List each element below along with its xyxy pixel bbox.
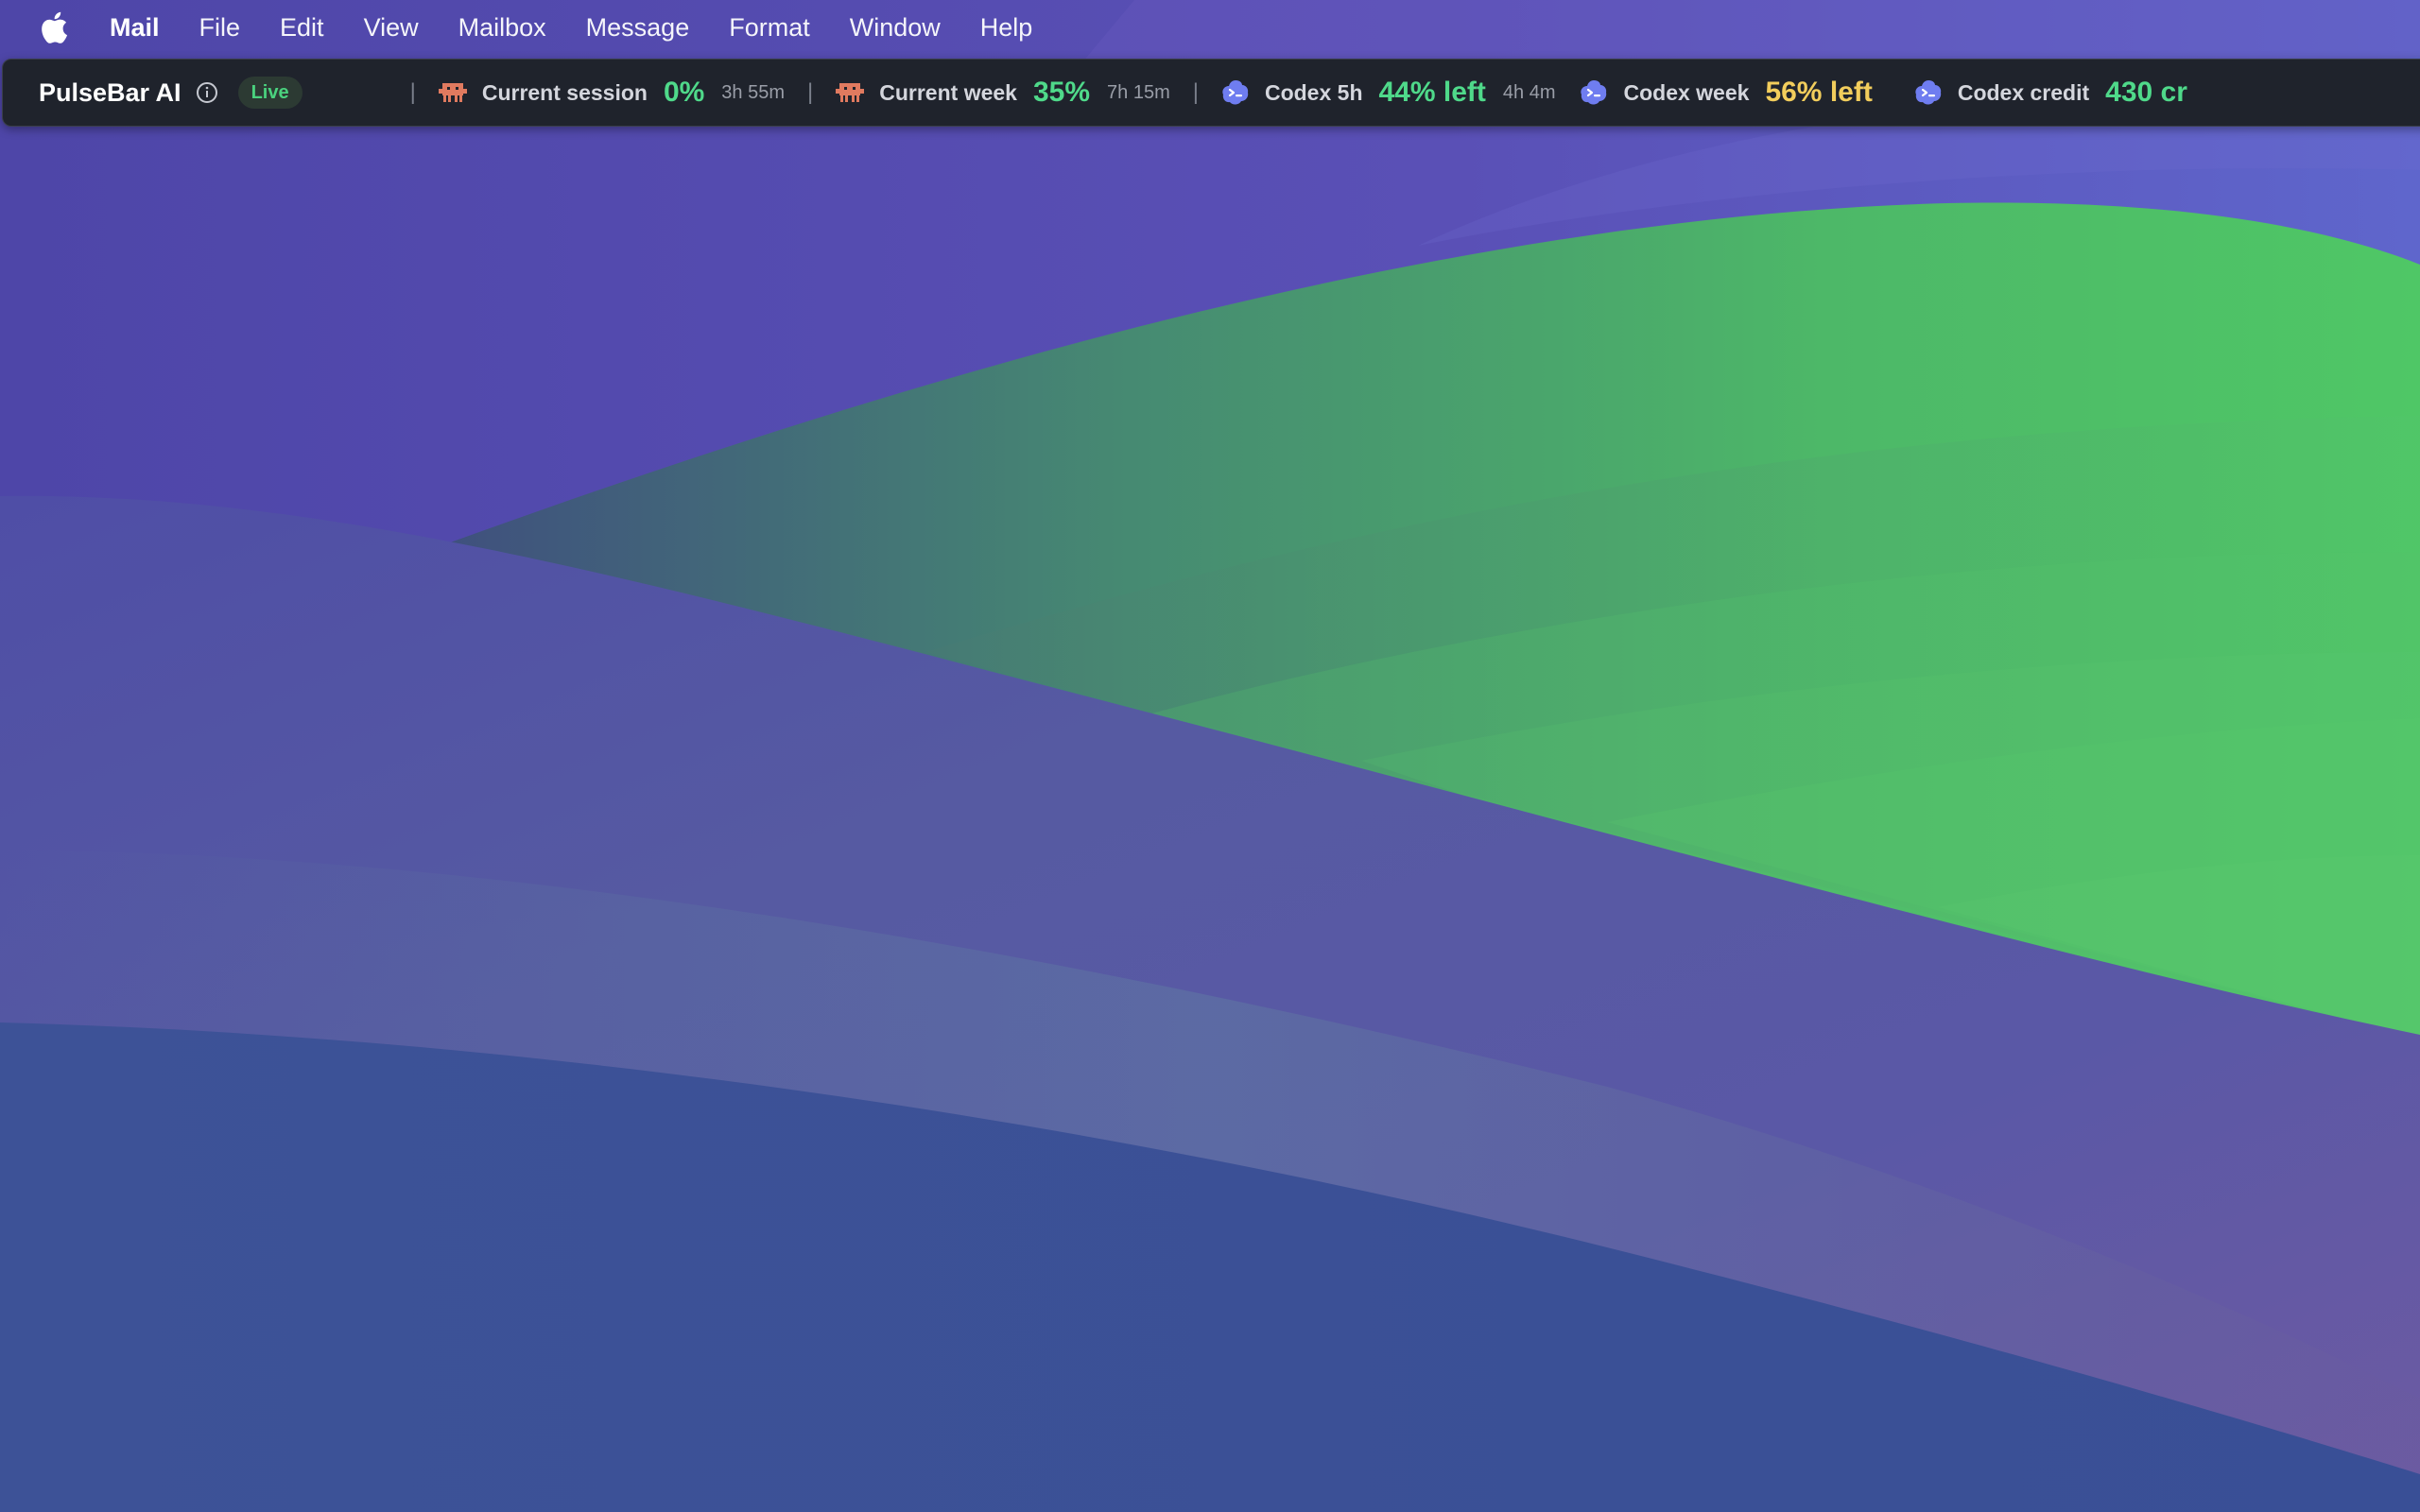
pulsebar-brand: PulseBar AI bbox=[39, 77, 182, 107]
claude-pixel-icon bbox=[438, 78, 467, 107]
metric-value: 430 cr bbox=[2105, 77, 2187, 108]
separator: | bbox=[807, 79, 814, 105]
metric-value: 56% left bbox=[1765, 77, 1873, 108]
metric-reset-time: 3h 55m bbox=[721, 81, 786, 103]
menu-bar: Mail File Edit View Mailbox Message Form… bbox=[0, 0, 2420, 55]
metric-reset-time: 4h 4m bbox=[1502, 81, 1556, 103]
pulsebar-panel: PulseBar AI Live | Current session 0% 3h… bbox=[2, 59, 2420, 127]
menu-app-name[interactable]: Mail bbox=[96, 0, 180, 55]
metric-current-week[interactable]: Current week 35% 7h 15m bbox=[836, 77, 1170, 109]
metric-reset-time: 7h 15m bbox=[1107, 81, 1170, 103]
codex-cloud-icon bbox=[1914, 78, 1943, 107]
metric-current-session[interactable]: Current session 0% 3h 55m bbox=[438, 77, 786, 109]
menu-format[interactable]: Format bbox=[709, 0, 830, 55]
apple-logo-icon[interactable] bbox=[38, 11, 70, 43]
wallpaper bbox=[0, 0, 2420, 1512]
metric-label: Codex 5h bbox=[1264, 79, 1363, 105]
metric-label: Codex credit bbox=[1957, 79, 2090, 105]
menu-window[interactable]: Window bbox=[830, 0, 960, 55]
separator: | bbox=[409, 79, 416, 105]
separator: | bbox=[1192, 79, 1199, 105]
menu-edit[interactable]: Edit bbox=[260, 0, 344, 55]
codex-cloud-icon bbox=[1221, 78, 1250, 107]
codex-cloud-icon bbox=[1580, 78, 1608, 107]
claude-pixel-icon bbox=[836, 78, 865, 107]
metric-codex-credit[interactable]: Codex credit 430 cr bbox=[1914, 77, 2204, 109]
metric-label: Current session bbox=[481, 79, 648, 105]
metric-label: Codex week bbox=[1623, 79, 1750, 105]
desktop: Mail File Edit View Mailbox Message Form… bbox=[0, 0, 2420, 1512]
menu-view[interactable]: View bbox=[344, 0, 439, 55]
live-status-badge: Live bbox=[237, 77, 302, 109]
metric-value: 44% left bbox=[1378, 77, 1486, 108]
metric-value: 0% bbox=[663, 77, 705, 108]
menu-message[interactable]: Message bbox=[566, 0, 710, 55]
menu-file[interactable]: File bbox=[180, 0, 261, 55]
metric-value: 35% bbox=[1032, 77, 1091, 108]
menu-mailbox[interactable]: Mailbox bbox=[439, 0, 566, 55]
metric-codex-5h[interactable]: Codex 5h 44% left 4h 4m bbox=[1221, 77, 1556, 109]
metric-codex-week[interactable]: Codex week 56% left bbox=[1580, 77, 1889, 109]
info-circle-icon[interactable] bbox=[195, 80, 219, 105]
menu-help[interactable]: Help bbox=[960, 0, 1053, 55]
metric-label: Current week bbox=[879, 79, 1017, 105]
